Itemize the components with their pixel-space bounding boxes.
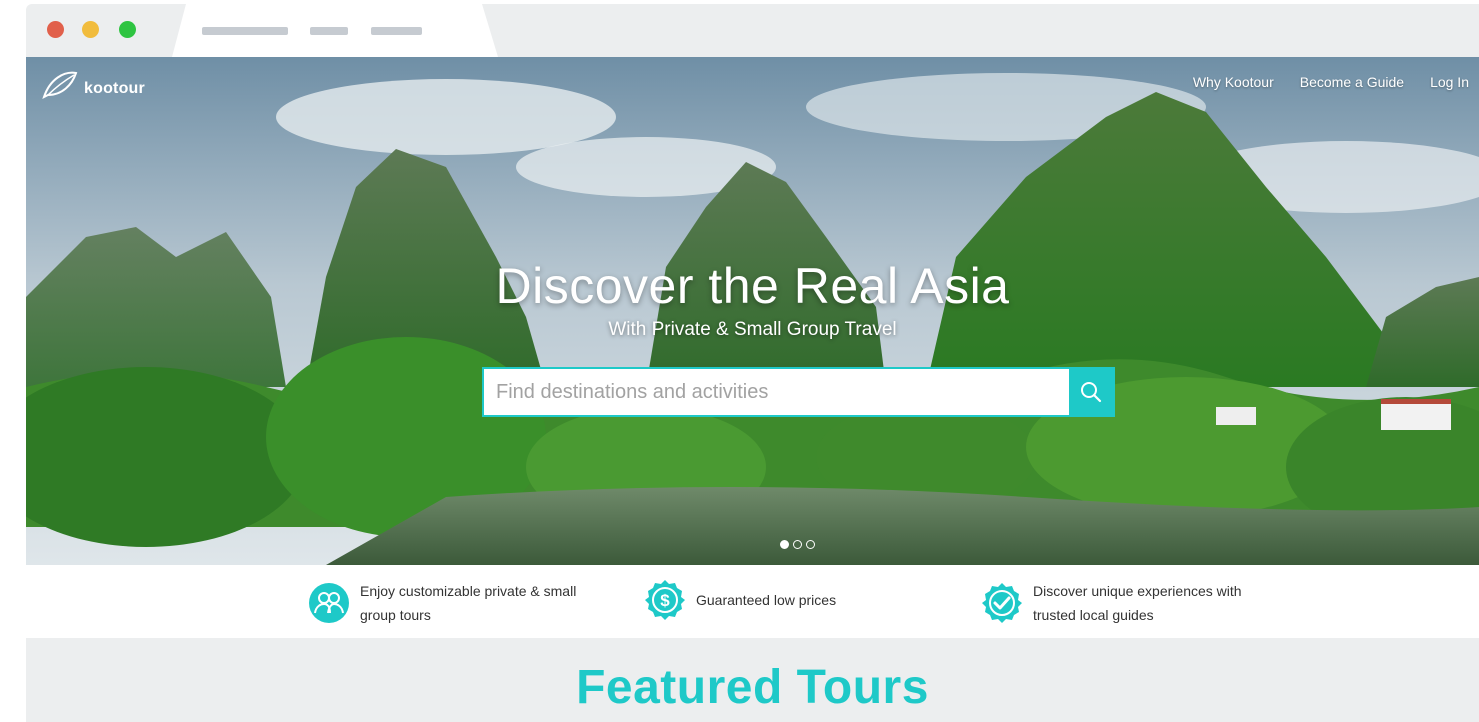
carousel-dot-3[interactable] [806, 540, 815, 549]
logo-text: kootour [84, 80, 145, 97]
search-input[interactable] [484, 369, 1069, 415]
minimize-window-button[interactable] [82, 21, 99, 38]
leaf-logo-icon [42, 71, 78, 99]
close-window-button[interactable] [47, 21, 64, 38]
dollar-badge-icon: $ [645, 580, 685, 620]
feature-text: group tours [360, 607, 431, 623]
features-strip: Enjoy customizable private & small group… [26, 565, 1479, 638]
search-icon [1081, 382, 1102, 403]
feature-text: trusted local guides [1033, 607, 1154, 623]
tab-title-placeholder [310, 27, 348, 35]
carousel-dot-2[interactable] [793, 540, 802, 549]
check-badge-icon [982, 583, 1022, 623]
browser-chrome [0, 0, 1479, 57]
nav-become-a-guide[interactable]: Become a Guide [1300, 74, 1404, 90]
maximize-window-button[interactable] [119, 21, 136, 38]
feature-item: Discover unique experiences with trusted… [981, 579, 1242, 627]
search-button[interactable] [1069, 369, 1113, 415]
featured-tours-section: Featured Tours [26, 638, 1479, 722]
nav-why-kootour[interactable]: Why Kootour [1193, 74, 1274, 90]
feature-text: Discover unique experiences with [1033, 583, 1242, 599]
nav-log-in[interactable]: Log In [1430, 74, 1469, 90]
feature-text: Guaranteed low prices [696, 592, 837, 608]
tab-title-placeholder [371, 27, 422, 35]
featured-tours-title: Featured Tours [576, 661, 929, 714]
group-icon [309, 583, 349, 623]
feature-text: Enjoy customizable private & small [360, 583, 577, 599]
top-navigation: Why Kootour Become a Guide Log In [1193, 74, 1469, 90]
hero-subline: With Private & Small Group Travel [608, 319, 897, 340]
svg-text:$: $ [660, 591, 670, 610]
feature-item: Enjoy customizable private & small group… [308, 579, 576, 627]
carousel-dot-1[interactable] [780, 540, 789, 549]
kootour-logo[interactable]: kootour [40, 67, 145, 101]
hero-banner: kootour Why Kootour Become a Guide Log I… [26, 57, 1479, 565]
feature-item: $ Guaranteed low prices [644, 579, 836, 621]
search-bar [482, 367, 1115, 417]
hero-headline: Discover the Real Asia [495, 258, 1010, 314]
tab-title-placeholder [202, 27, 288, 35]
carousel-indicators [780, 540, 815, 549]
